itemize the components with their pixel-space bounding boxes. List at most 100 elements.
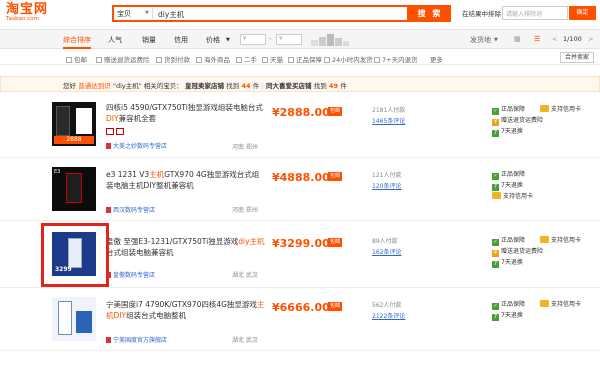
notice-text: "diy主机" 相关的宝贝： — [112, 82, 183, 90]
product-row[interactable]: 宁美国度i7 4790K/GTX970四核4G独显游戏主机DIY组装台式电脑整机… — [0, 289, 600, 351]
product-title[interactable]: 宁美国度i7 4790K/GTX970四核4G独显游戏主机DIY组装台式电脑整机 — [106, 299, 266, 321]
shop-link[interactable]: 皇傲数码专营店 — [106, 270, 155, 279]
product-price: ¥2888.00 — [272, 106, 330, 119]
filter-label: 赠送退货运费险 — [104, 56, 150, 64]
filter-24h-ship[interactable]: 24小时内发货 — [324, 54, 373, 64]
product-thumbnail[interactable]: 2888 — [52, 102, 96, 146]
chevron-down-icon: ▼ — [226, 37, 230, 43]
search-input[interactable]: diy主机 — [158, 9, 184, 20]
exclude-label: 在结果中排除 — [462, 10, 501, 18]
notice-gold-label[interactable]: 皇冠卖家店铺 — [185, 82, 224, 90]
message-icon[interactable] — [116, 128, 124, 135]
filter-more[interactable]: 更多 — [430, 54, 443, 64]
product-title[interactable]: 四核i5 4590/GTX750Ti独显游戏组装电脑台式 DIY兼容机全套 — [106, 102, 266, 124]
title-text: 皇傲 至强E3-1231/GTX750Ti独显游戏 — [106, 237, 239, 246]
service-return: 7 7天退换 — [492, 310, 523, 321]
review-count[interactable]: 1465条评论 — [372, 116, 405, 125]
search-category[interactable]: 宝贝 — [117, 9, 131, 19]
price-min-input[interactable]: ¥ — [240, 34, 266, 45]
title-highlight: 主机 — [149, 170, 165, 179]
notice-separator: | — [261, 82, 264, 90]
shop-link[interactable]: 宁美国度官方旗舰店 — [106, 335, 167, 344]
filter-return-insurance[interactable]: 赠送退货运费险 — [96, 54, 150, 64]
sort-credit[interactable]: 信用 — [174, 35, 188, 45]
free-shipping-badge: 包邮 — [328, 238, 342, 247]
shop-link[interactable]: 大美之妙数码专营店 — [106, 141, 167, 150]
filter-second-hand[interactable]: 二手 — [236, 54, 257, 64]
next-page-icon[interactable]: > — [588, 35, 593, 43]
pay-label: 支持信用卡 — [551, 301, 582, 308]
product-title[interactable]: e3 1231 V3主机GTX970 4G独显游戏台式组装电脑主机DIY整机兼容… — [106, 169, 266, 191]
return-icon: 7 — [492, 261, 499, 268]
product-title[interactable]: 皇傲 至强E3-1231/GTX750Ti独显游戏diy主机台式组装电脑兼容机 — [106, 236, 266, 258]
checkbox-icon — [324, 57, 330, 63]
ship-from-select[interactable]: 发货地 — [470, 35, 491, 45]
title-text: 组装台式电脑整机 — [126, 311, 187, 320]
filter-overseas[interactable]: 海外商品 — [196, 54, 230, 64]
sort-sales[interactable]: 销量 — [142, 35, 156, 45]
location: 湖北 武汉 — [232, 272, 258, 279]
review-count[interactable]: 120条评论 — [372, 181, 401, 190]
service-genuine: ✓ 正品保障 — [492, 235, 525, 246]
shop-link[interactable]: 西汉数码专营店 — [106, 205, 155, 214]
sales-count: 89人付款 — [372, 238, 398, 245]
insurance-icon: ¥ — [492, 119, 499, 126]
checkbox-icon — [262, 57, 268, 63]
filter-bar: 包邮 赠送退货运费险 货到付款 海外商品 二手 天猫 正品保障 24小时内发货 … — [0, 50, 600, 65]
service-label: 7天退换 — [501, 128, 523, 135]
title-highlight: DIY — [106, 114, 119, 123]
service-label: 正品保障 — [501, 301, 526, 308]
top-bar: 淘宝网 Taobao.com 宝贝 ▼ diy主机 搜 索 在结果中排除 请输入… — [0, 0, 600, 28]
grid-view-icon[interactable]: ▦ — [514, 35, 521, 43]
search-box[interactable]: 宝贝 ▼ diy主机 — [112, 5, 409, 22]
title-text: 台式组装电脑兼容机 — [106, 248, 174, 257]
notice-link[interactable]: 普通达到识 — [78, 82, 111, 90]
exclude-input[interactable]: 请输入排除词 — [502, 6, 568, 20]
notice-crown-unit: 件 — [340, 82, 347, 90]
result-notice: 您好 普通达到识 "diy主机" 相关的宝贝： 皇冠卖家店铺 找到 44 件 |… — [0, 76, 600, 92]
review-count[interactable]: 162条评论 — [372, 247, 401, 256]
notice-prefix: 您好 — [63, 82, 76, 90]
checkbox-icon — [66, 57, 72, 63]
credit-card-icon — [540, 105, 549, 112]
price-max-input[interactable]: ¥ — [276, 34, 302, 45]
filter-cod[interactable]: 货到付款 — [156, 54, 190, 64]
review-count[interactable]: 2122条评论 — [372, 311, 405, 320]
service-genuine: ✓ 正品保障 — [492, 299, 525, 310]
taobao-logo[interactable]: 淘宝网 Taobao.com — [6, 2, 64, 24]
title-text: 四核i5 4590/GTX750Ti独显游戏组装电脑台式 — [106, 103, 263, 112]
logo-text: 淘宝网 — [6, 2, 49, 17]
service-return: 7 7天退换 — [492, 126, 523, 137]
shield-icon: ✓ — [492, 173, 499, 180]
product-row[interactable]: E3 e3 1231 V3主机GTX970 4G独显游戏台式组装电脑主机DIY整… — [0, 159, 600, 221]
service-return: 7 7天退换 — [492, 257, 523, 268]
filter-label: 7+天内退货 — [382, 56, 418, 64]
product-thumbnail[interactable] — [52, 297, 96, 341]
location: 湖北 武汉 — [232, 337, 258, 344]
merge-sellers-button[interactable]: 合并卖家 — [559, 52, 594, 63]
service-label: 正品保障 — [501, 237, 526, 244]
list-view-icon[interactable]: ☰ — [534, 35, 540, 43]
notice-crown-label[interactable]: 同大喜爱买店铺 — [266, 82, 312, 90]
chevron-down-icon: ▼ — [494, 37, 498, 43]
product-thumbnail[interactable]: E3 — [52, 167, 96, 211]
product-price: ¥3299.00 — [272, 237, 330, 250]
filter-genuine[interactable]: 正品保障 — [288, 54, 322, 64]
sort-default[interactable]: 综合排序 — [63, 35, 91, 49]
service-label: 7天退换 — [501, 259, 523, 266]
prev-page-icon[interactable]: < — [552, 35, 557, 43]
filter-7day-return[interactable]: 7+天内退货 — [374, 54, 418, 64]
filter-tmall[interactable]: 天猫 — [262, 54, 283, 64]
product-row[interactable]: 2888 四核i5 4590/GTX750Ti独显游戏组装电脑台式 DIY兼容机全… — [0, 96, 600, 158]
search-button[interactable]: 搜 索 — [409, 5, 451, 22]
product-price: ¥6666.00 — [272, 301, 330, 314]
sort-price[interactable]: 价格 — [206, 35, 220, 45]
sort-popularity[interactable]: 人气 — [108, 35, 122, 45]
filter-free-shipping[interactable]: 包邮 — [66, 54, 87, 64]
exclude-confirm-button[interactable]: 确定 — [569, 6, 596, 20]
price-distribution-chart[interactable] — [310, 33, 350, 46]
free-shipping-badge: 包邮 — [328, 172, 342, 181]
shop-name: 大美之妙数码专营店 — [113, 143, 168, 150]
checkbox-icon — [288, 57, 294, 63]
page-indicator: 1/100 — [563, 35, 582, 43]
